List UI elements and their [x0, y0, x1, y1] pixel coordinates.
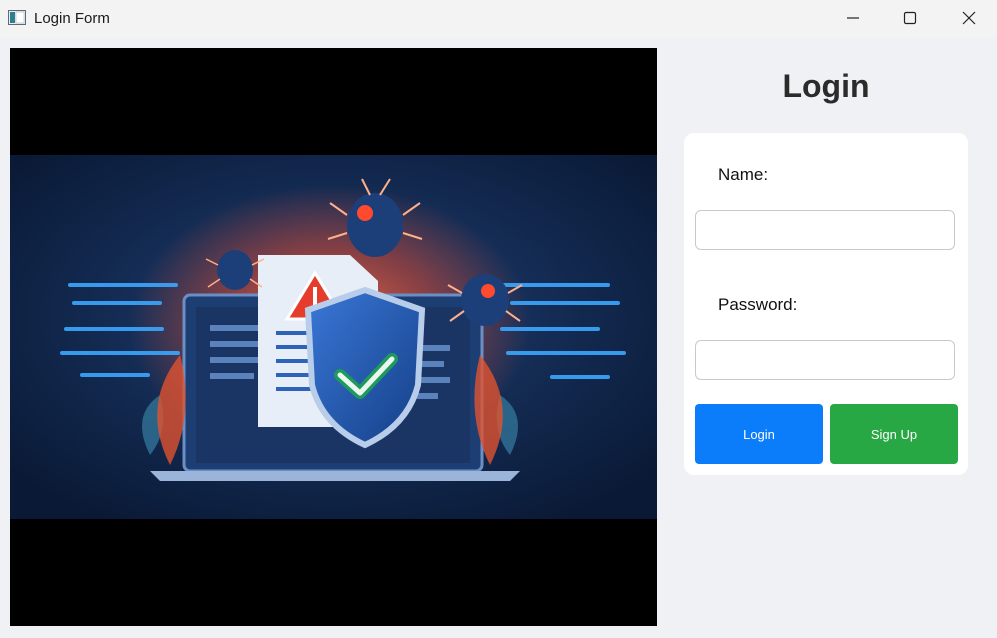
- security-illustration: [10, 155, 657, 519]
- close-button[interactable]: [946, 0, 992, 36]
- app-icon: [8, 10, 26, 25]
- login-heading: Login: [782, 68, 870, 104]
- close-icon: [962, 11, 976, 25]
- title-bar: Login Form: [0, 0, 997, 38]
- image-panel: [10, 48, 657, 626]
- login-card: Name: Password: Login Sign Up: [684, 133, 968, 475]
- password-input[interactable]: [695, 340, 955, 380]
- maximize-button[interactable]: [887, 0, 933, 36]
- name-input[interactable]: [695, 210, 955, 250]
- name-label: Name:: [718, 165, 769, 184]
- signup-button[interactable]: Sign Up: [830, 404, 958, 464]
- login-button[interactable]: Login: [695, 404, 823, 464]
- window-title: Login Form: [34, 10, 110, 27]
- password-label: Password:: [718, 295, 798, 314]
- minimize-button[interactable]: [830, 0, 876, 36]
- minimize-icon: [847, 17, 859, 19]
- maximize-icon: [903, 11, 917, 25]
